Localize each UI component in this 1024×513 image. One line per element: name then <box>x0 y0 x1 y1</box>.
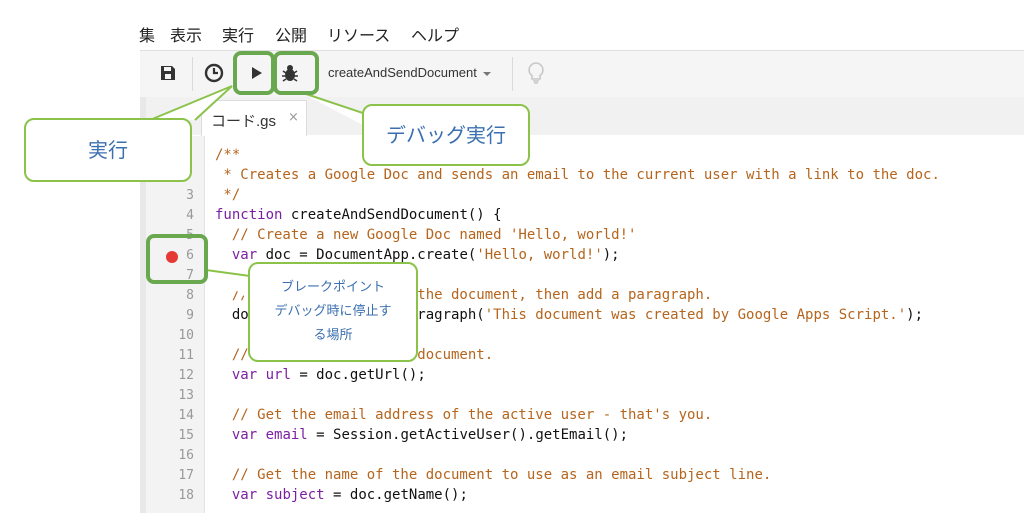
callout-breakpoint: ブレークポイント デバッグ時に停止す る場所 <box>248 262 418 362</box>
callout-breakpoint-desc2: る場所 <box>313 328 353 343</box>
run-button-highlight <box>233 51 275 95</box>
callout-run-text: 実行 <box>88 138 128 162</box>
debug-button-highlight <box>273 51 319 95</box>
callout-breakpoint-desc1: デバッグ時に停止す <box>274 304 392 319</box>
callout-breakpoint-title: ブレークポイント <box>280 280 385 295</box>
callout-debug-run: デバッグ実行 <box>362 104 530 166</box>
breakpoint-highlight <box>146 234 208 284</box>
callout-debug-run-text: デバッグ実行 <box>386 123 506 147</box>
callout-run: 実行 <box>24 118 192 182</box>
